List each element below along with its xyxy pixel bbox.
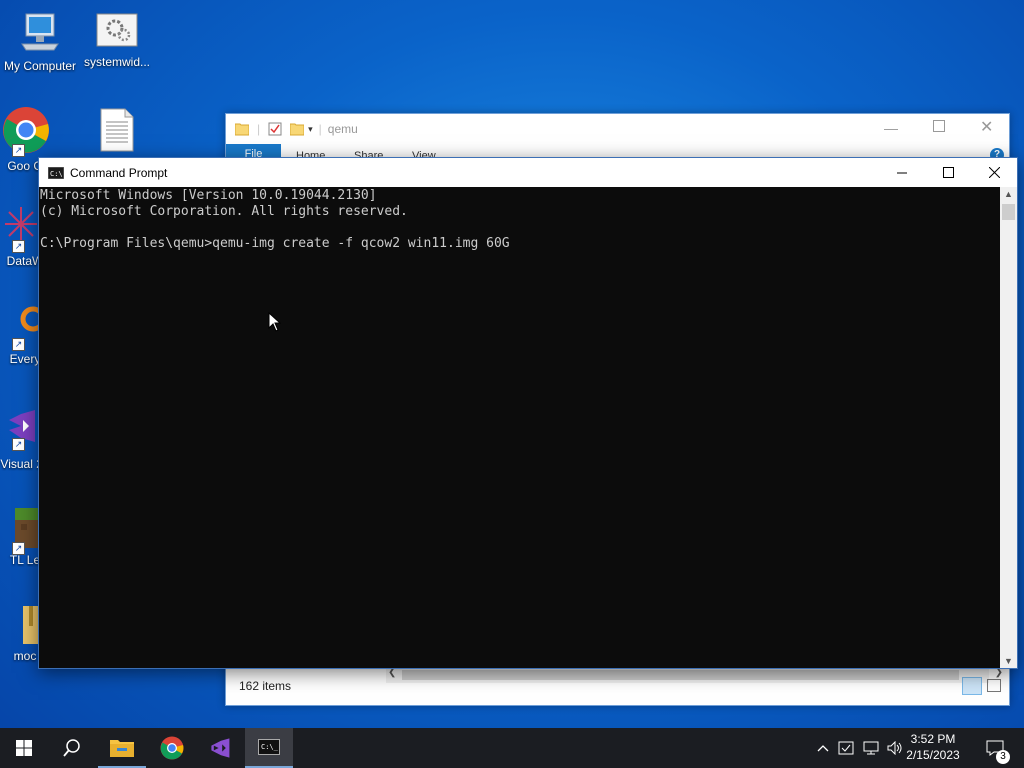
console-line: (c) Microsoft Corporation. All rights re… (40, 204, 408, 219)
network-icon (863, 741, 879, 755)
search-button[interactable] (48, 728, 96, 768)
chrome-icon (3, 107, 49, 153)
visual-studio-icon (211, 738, 230, 758)
mouse-cursor-icon (268, 312, 282, 332)
properties-icon[interactable] (268, 122, 282, 136)
chevron-up-icon (817, 745, 829, 752)
maximize-icon (942, 167, 954, 178)
tray-security-icon[interactable] (835, 728, 857, 768)
desktop-icon-my-computer[interactable]: My Computer (0, 10, 80, 73)
shortcut-arrow-icon: ↗ (12, 338, 25, 351)
quick-access-dropdown-icon[interactable]: ▾ (308, 124, 313, 135)
search-icon (63, 739, 80, 757)
clock-time: 3:52 PM (910, 732, 956, 746)
large-icons-view-button[interactable] (987, 679, 1001, 692)
shortcut-arrow-icon: ↗ (12, 542, 25, 555)
minimize-button[interactable]: — (884, 120, 898, 136)
action-center-button[interactable]: 3 (980, 728, 1010, 768)
close-button[interactable]: ✕ (980, 117, 993, 137)
clock-date: 2/15/2023 (906, 748, 960, 762)
scrollbar-thumb[interactable] (1002, 204, 1015, 220)
cmd-titlebar[interactable]: C:\ Command Prompt (39, 158, 1017, 187)
svg-text:C:\: C:\ (50, 170, 63, 178)
desktop-icon-label: systemwid... (83, 55, 150, 69)
taskbar-visual-studio[interactable] (197, 728, 245, 768)
security-center-icon (838, 741, 854, 755)
taskbar-file-explorer[interactable] (98, 728, 146, 768)
new-folder-icon[interactable] (290, 122, 305, 136)
document-icon (100, 108, 134, 152)
taskbar-chrome[interactable] (148, 728, 196, 768)
everything-search-icon (20, 306, 46, 332)
scroll-up-icon[interactable]: ▲ (1004, 189, 1013, 199)
minimize-icon (897, 172, 907, 173)
minimize-button[interactable] (879, 158, 925, 187)
cmd-icon: C:\ (48, 166, 64, 179)
ribbon: File Home Share View ? (226, 144, 1009, 162)
taskbar-clock[interactable]: 3:52 PM 2/15/2023 (898, 731, 968, 763)
maximize-button[interactable] (925, 158, 971, 187)
computer-icon (21, 13, 59, 51)
folder-zip-icon (23, 606, 41, 644)
console-line: Microsoft Windows [Version 10.0.19044.21… (40, 188, 377, 203)
desktop-icon-label: My Computer (3, 59, 77, 73)
console-output[interactable]: Microsoft Windows [Version 10.0.19044.21… (39, 187, 1000, 668)
cmd-title: Command Prompt (70, 165, 168, 180)
folder-icon (235, 123, 249, 136)
command-prompt-window[interactable]: C:\ Command Prompt Microsoft Windows [Ve… (38, 157, 1018, 669)
shortcut-arrow-icon: ↗ (12, 144, 25, 157)
notification-count-badge: 3 (996, 750, 1010, 764)
explorer-statusbar: 162 items (226, 669, 1009, 705)
start-button[interactable] (0, 728, 48, 768)
item-count: 162 items (239, 679, 292, 693)
shortcut-arrow-icon: ↗ (12, 438, 25, 451)
datawrangler-icon (5, 207, 37, 241)
desktop-icon-systemwide[interactable]: systemwid... (77, 10, 157, 69)
maximize-button[interactable] (933, 120, 945, 132)
vertical-scrollbar[interactable]: ▲ ▼ (1000, 187, 1017, 668)
taskbar-command-prompt[interactable]: C:\_ (245, 728, 293, 768)
scroll-down-icon[interactable]: ▼ (1004, 656, 1013, 666)
show-hidden-icons-button[interactable] (813, 728, 833, 768)
tray-network-icon[interactable] (860, 728, 882, 768)
separator: | (257, 122, 261, 136)
close-button[interactable] (971, 158, 1017, 187)
tab-file[interactable]: File (226, 144, 281, 158)
explorer-titlebar[interactable]: | ▾ | qemu — ✕ (226, 114, 1009, 144)
settings-file-icon (96, 13, 138, 47)
desktop-icon-text-file[interactable] (77, 108, 157, 155)
shortcut-arrow-icon: ↗ (12, 240, 25, 253)
taskbar: C:\_ 3:52 PM 2/15/2023 3 (0, 728, 1024, 768)
close-icon (988, 167, 1000, 178)
svg-text:C:\_: C:\_ (261, 743, 279, 751)
windows-logo-icon (16, 740, 32, 756)
separator: | (318, 122, 322, 136)
file-explorer-icon (110, 740, 134, 757)
details-view-button[interactable] (962, 677, 982, 695)
console-line-command: C:\Program Files\qemu>qemu-img create -f… (40, 236, 510, 251)
explorer-title: qemu (327, 122, 358, 136)
chrome-icon (160, 736, 184, 760)
cmd-icon: C:\_ (258, 739, 280, 755)
